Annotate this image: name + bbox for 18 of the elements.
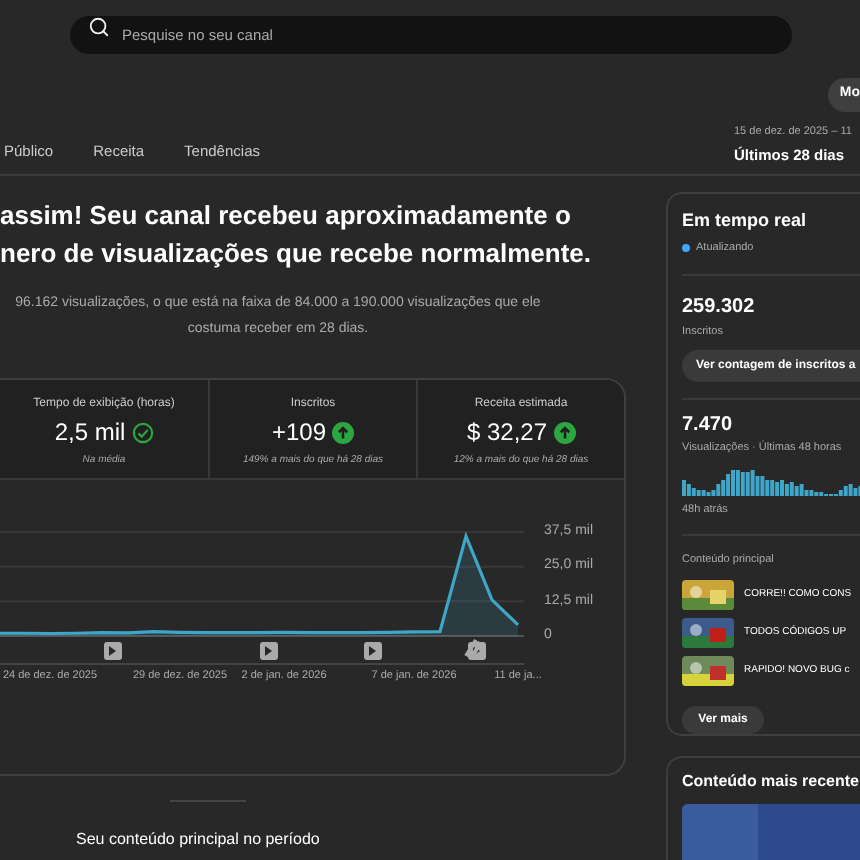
metric-value: $ 32,27 (466, 418, 548, 448)
section-title: Seu conteúdo principal no período (76, 830, 322, 850)
arrow-up-icon (553, 422, 576, 444)
subscriber-count: 259.302 (682, 293, 757, 322)
video-marker-icon[interactable] (260, 642, 278, 660)
headline-text: nero de visualizações que recebe normalmente. (0, 236, 594, 272)
metric-value: 2,5 mil (54, 418, 126, 448)
arrow-up-icon (332, 422, 355, 444)
card-title: Em tempo real (682, 208, 809, 234)
card-title: Conteúdo mais recente (682, 770, 860, 794)
search-icon (88, 16, 110, 38)
views-count: 7.470 (682, 412, 735, 441)
video-marker-icon[interactable] (364, 642, 382, 660)
video-marker-icon[interactable] (104, 642, 122, 660)
headline-text: assim! Seu canal recebeu aproximadamente o (0, 198, 573, 234)
check-circle-icon (131, 422, 154, 444)
metric-value: +109 (271, 418, 327, 448)
short-marker-icon[interactable] (464, 638, 482, 660)
